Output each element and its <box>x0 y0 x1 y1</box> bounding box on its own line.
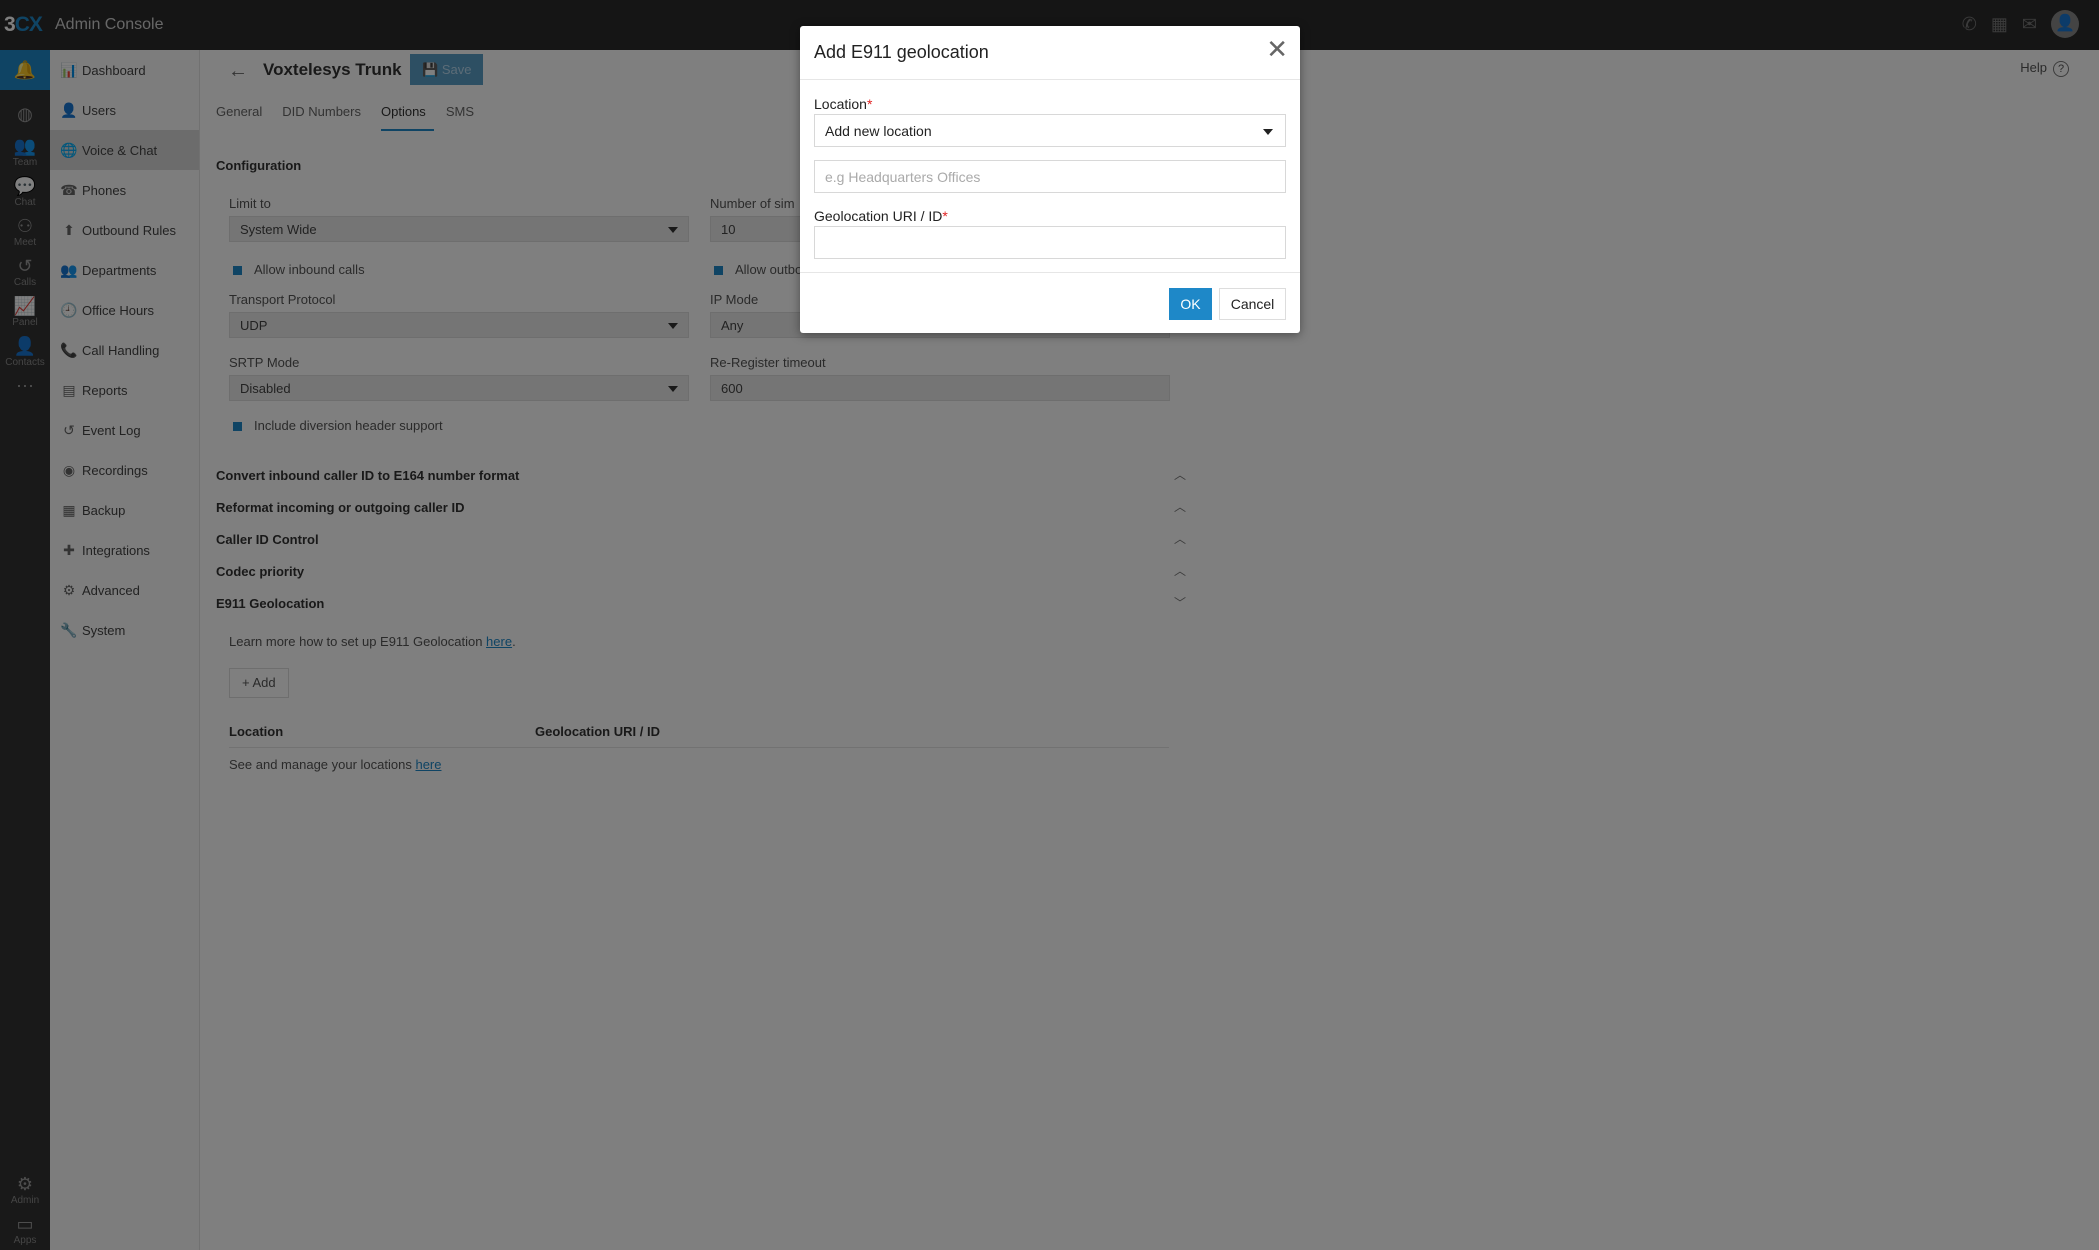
geolocation-uri-label-text: Geolocation URI / ID <box>814 208 943 224</box>
location-select-value: Add new location <box>825 123 932 139</box>
required-mark: * <box>866 96 873 112</box>
cancel-button[interactable]: Cancel <box>1219 288 1286 320</box>
location-select[interactable]: Add new location <box>814 114 1286 147</box>
location-label: Location* <box>814 96 872 112</box>
divider <box>800 272 1300 273</box>
required-mark: * <box>942 208 948 224</box>
geolocation-uri-label: Geolocation URI / ID* <box>814 208 948 224</box>
ok-button[interactable]: OK <box>1169 288 1212 320</box>
divider <box>800 79 1300 80</box>
location-label-text: Location <box>814 96 867 112</box>
close-icon[interactable]: ✕ <box>1266 34 1288 64</box>
dialog-title: Add E911 geolocation <box>814 42 989 62</box>
caret-down-icon <box>1263 129 1273 135</box>
geolocation-uri-input[interactable] <box>814 226 1286 259</box>
location-name-input[interactable] <box>814 160 1286 193</box>
add-e911-geolocation-dialog: Add E911 geolocation ✕ Location* Add new… <box>800 26 1300 333</box>
